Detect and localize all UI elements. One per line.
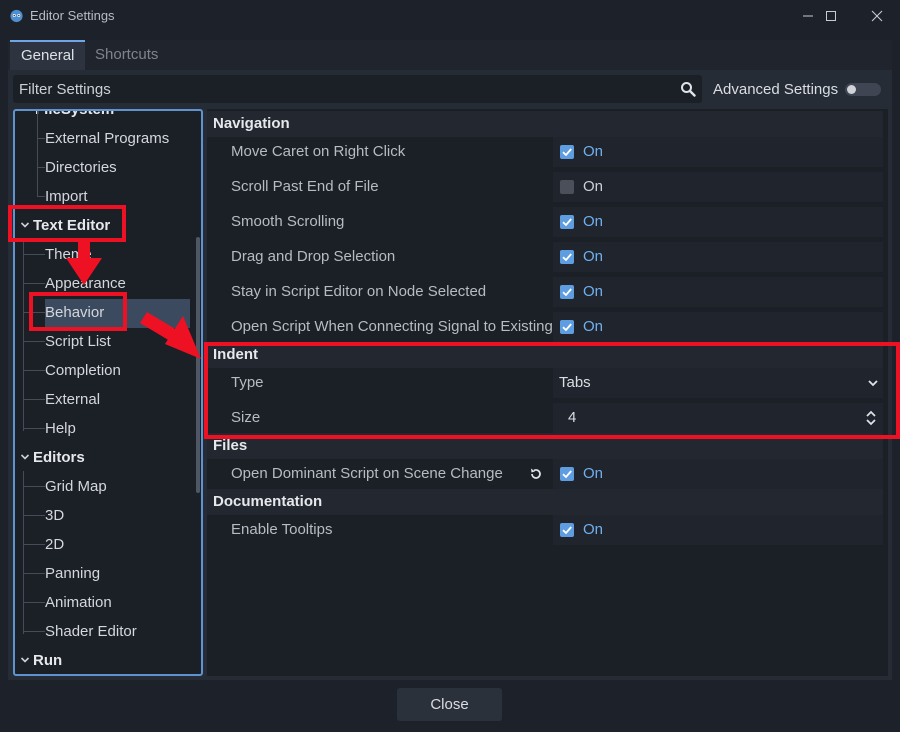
arrow-right-icon (140, 312, 201, 359)
close-button[interactable]: Close (397, 688, 502, 721)
arrow-down-icon (66, 240, 102, 285)
annotation-arrows (66, 240, 201, 359)
